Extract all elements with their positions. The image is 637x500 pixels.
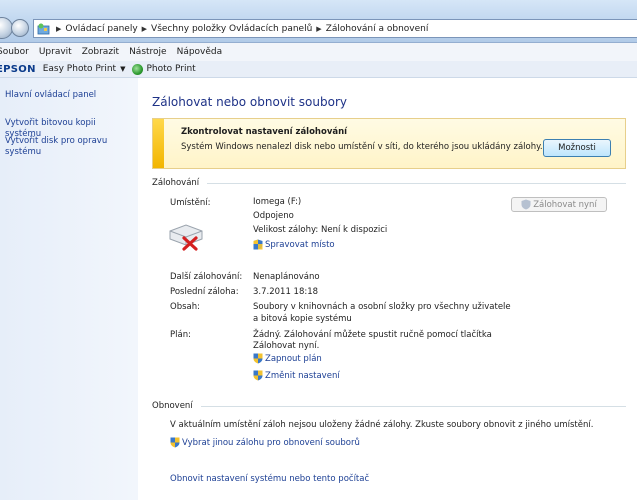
schedule-value-2: Zálohovat nyní. [253, 341, 320, 351]
breadcrumb-all-items[interactable]: Všechny položky Ovládacích panelů [151, 24, 312, 34]
recover-system-link[interactable]: Obnovit nastavení systému nebo tento poč… [170, 474, 369, 484]
uac-shield-icon [253, 239, 263, 250]
left-nav-pane: Hlavní ovládací panel Vytvořit bitovou k… [0, 78, 138, 500]
uac-shield-icon [521, 199, 531, 210]
backup-size: Velikost zálohy: Není k dispozici [253, 225, 388, 235]
breadcrumb-separator: ▶ [141, 24, 148, 33]
breadcrumb-separator: ▶ [316, 24, 322, 33]
photo-print-button[interactable]: Photo Print [146, 64, 195, 74]
uac-shield-icon [170, 437, 180, 448]
breadcrumb-separator: ▶ [56, 24, 62, 33]
backup-now-label: Zálohovat nyní [533, 199, 597, 210]
turn-on-schedule-label: Zapnout plán [265, 353, 322, 364]
backup-section-header: Zálohování [152, 178, 626, 188]
change-settings-label: Změnit nastavení [265, 370, 340, 381]
restore-section-header: Obnovení [152, 401, 626, 411]
uac-shield-icon [253, 353, 263, 364]
menu-bar: Soubor Upravit Zobrazit Nástroje Nápověd… [0, 43, 637, 61]
disconnected-drive-icon [169, 224, 203, 251]
globe-icon [132, 63, 144, 75]
schedule-value-1: Žádný. Zálohování můžete spustit ručně p… [253, 330, 492, 340]
warning-heading: Zkontrolovat nastavení zálohování [181, 127, 348, 137]
menu-tools[interactable]: Nástroje [129, 47, 167, 57]
last-backup-value: 3.7.2011 18:18 [253, 287, 319, 297]
warning-text: Systém Windows nenalezl disk nebo umístě… [181, 142, 543, 152]
address-bar[interactable]: ▶ Ovládací panely ▶ Všechny položky Ovlá… [33, 19, 637, 38]
manage-space-link[interactable]: Spravovat místo [253, 239, 335, 250]
forward-button[interactable] [11, 19, 29, 37]
page-title: Zálohovat nebo obnovit soubory [152, 95, 347, 109]
easy-photo-print-button[interactable]: Easy Photo Print [43, 64, 116, 74]
contents-value-1: Soubory v knihovnách a osobní složky pro… [253, 302, 511, 312]
menu-view[interactable]: Zobrazit [82, 47, 119, 57]
turn-on-schedule-link[interactable]: Zapnout plán [253, 353, 322, 364]
backup-section-title: Zálohování [152, 178, 200, 188]
last-backup-label: Poslední záloha: [170, 287, 239, 297]
warning-stripe [153, 119, 164, 168]
backup-now-button[interactable]: Zálohovat nyní [511, 197, 607, 212]
location-value: Iomega (F:) [253, 197, 302, 207]
control-panel-home-link[interactable]: Hlavní ovládací panel [5, 90, 130, 101]
options-button[interactable]: Možnosti [543, 139, 611, 157]
uac-shield-icon [253, 370, 263, 381]
manage-space-label: Spravovat místo [265, 239, 335, 250]
menu-file[interactable]: Soubor [0, 47, 29, 57]
menu-edit[interactable]: Upravit [39, 47, 72, 57]
menu-help[interactable]: Nápověda [177, 47, 223, 57]
control-panel-icon [37, 23, 50, 35]
restore-info-text: V aktuálním umístění záloh nejsou uložen… [170, 420, 594, 430]
epson-toolbar: EPSON Easy Photo Print ▼ Photo Print [0, 61, 637, 78]
next-backup-label: Další zálohování: [170, 272, 243, 282]
warning-banner: Zkontrolovat nastavení zálohování Systém… [152, 118, 626, 169]
contents-value-2: a bitová kopie systému [253, 314, 352, 324]
location-label: Umístění: [170, 198, 211, 208]
main-content: Zálohovat nebo obnovit soubory Zkontrolo… [138, 78, 637, 500]
section-divider [200, 405, 626, 407]
breadcrumb-control-panel[interactable]: Ovládací panely [65, 24, 137, 34]
contents-label: Obsah: [170, 302, 200, 312]
change-settings-link[interactable]: Změnit nastavení [253, 370, 340, 381]
create-repair-disc-link[interactable]: Vytvořit disk pro opravu systému [5, 136, 130, 158]
address-bar-area: ▶ Ovládací panely ▶ Všechny položky Ovlá… [0, 0, 637, 43]
epson-logo: EPSON [0, 63, 36, 75]
select-another-backup-label: Vybrat jinou zálohu pro obnovení souborů [182, 437, 360, 448]
schedule-label: Plán: [170, 330, 191, 340]
location-status: Odpojeno [253, 211, 294, 221]
breadcrumb-backup-restore[interactable]: Zálohování a obnovení [326, 24, 429, 34]
section-divider [207, 182, 626, 184]
next-backup-value: Nenaplánováno [253, 272, 320, 282]
restore-section-title: Obnovení [152, 401, 193, 411]
select-another-backup-link[interactable]: Vybrat jinou zálohu pro obnovení souborů [170, 437, 360, 448]
chevron-down-icon[interactable]: ▼ [120, 65, 125, 73]
